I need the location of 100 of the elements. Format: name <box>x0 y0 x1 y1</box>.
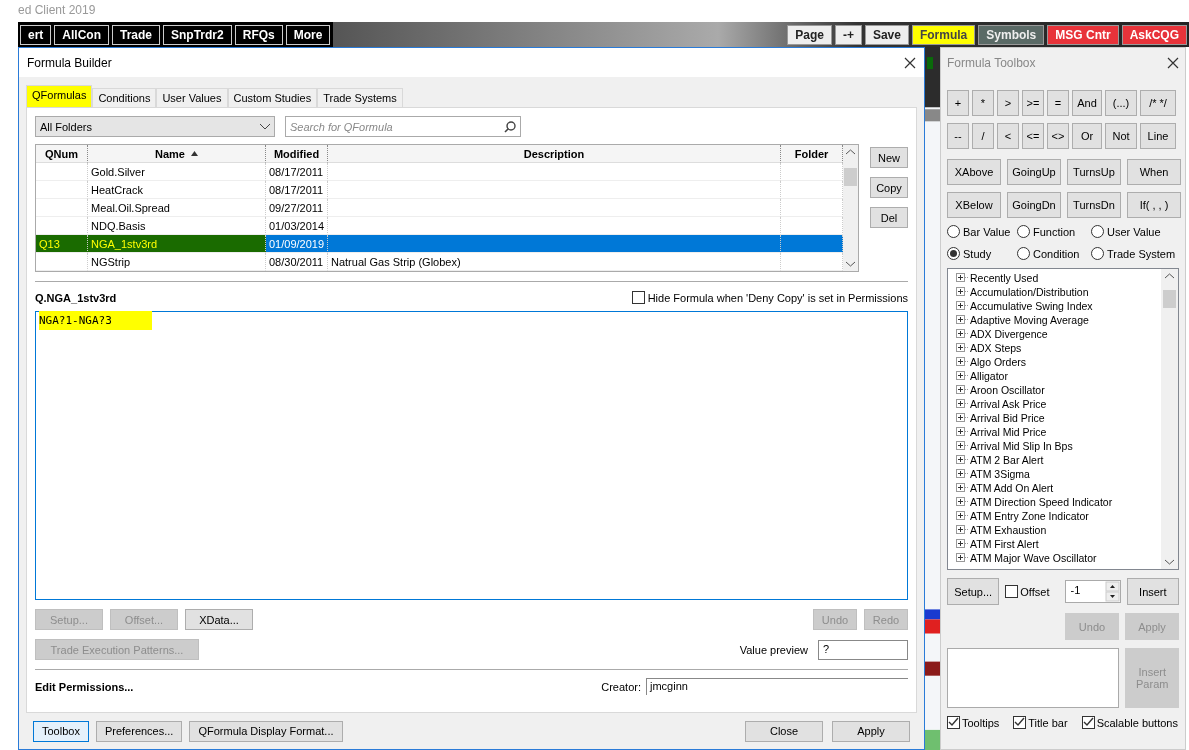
setup-button[interactable]: Setup... <box>947 578 1000 605</box>
function-button[interactable]: TurnsUp <box>1067 159 1121 185</box>
operator-button[interactable]: <= <box>1022 123 1044 149</box>
expand-icon[interactable] <box>956 511 968 521</box>
tree-item[interactable]: ATM Direction Speed Indicator <box>970 496 1113 508</box>
tab[interactable]: User Values <box>156 88 228 107</box>
side-button[interactable]: Del <box>870 207 908 228</box>
search-field[interactable]: Search for QFormula <box>285 116 521 137</box>
spin-arrows-icon[interactable] <box>1104 581 1120 602</box>
operator-button[interactable]: > <box>997 90 1019 116</box>
expand-icon[interactable] <box>956 483 968 493</box>
tab[interactable]: Custom Studies <box>227 88 318 107</box>
toolbar-button[interactable]: Trade <box>112 24 161 45</box>
close-icon[interactable] <box>904 56 916 69</box>
column-header[interactable]: Name <box>88 145 266 163</box>
footer-button[interactable]: QFormula Display Format... <box>189 720 343 742</box>
scrollbar-thumb[interactable] <box>1163 289 1176 308</box>
tree-item[interactable]: ATM 2 Bar Alert <box>970 454 1044 466</box>
expand-icon[interactable] <box>956 469 968 479</box>
tree-item[interactable]: Arrival Bid Price <box>970 412 1045 424</box>
expand-icon[interactable] <box>956 427 968 437</box>
tree-item[interactable]: Alligator <box>970 370 1008 382</box>
radio-button[interactable] <box>1017 247 1030 260</box>
column-header[interactable]: Folder <box>781 145 843 163</box>
expand-icon[interactable] <box>956 357 968 367</box>
tree-item[interactable]: Accumulation/Distribution <box>970 286 1089 298</box>
tree-item[interactable]: Recently Used <box>970 272 1039 284</box>
footer-button[interactable]: Apply <box>832 720 910 742</box>
side-button[interactable]: New <box>870 147 908 168</box>
column-header[interactable]: Description <box>328 145 781 163</box>
function-button[interactable]: If( , , ) <box>1127 192 1181 218</box>
expand-icon[interactable] <box>956 371 968 381</box>
chevron-up-icon[interactable] <box>1165 273 1174 279</box>
toolbar-button[interactable]: AllCon <box>54 24 109 45</box>
checkbox[interactable] <box>631 291 645 304</box>
tree-item[interactable]: ATM 3Sigma <box>970 468 1030 480</box>
tree-item[interactable]: ATM Add On Alert <box>970 482 1054 494</box>
tree-item[interactable]: ATM Major Wave Oscillator <box>970 552 1097 564</box>
tab[interactable]: Trade Systems <box>317 88 403 107</box>
expand-icon[interactable] <box>956 553 968 563</box>
function-button[interactable]: XBelow <box>947 192 1001 218</box>
function-button[interactable]: When <box>1127 159 1181 185</box>
expand-icon[interactable] <box>956 441 968 451</box>
checkbox[interactable] <box>1081 716 1095 729</box>
operator-button[interactable]: * <box>972 90 994 116</box>
radio-button[interactable] <box>1091 247 1104 260</box>
tree-item[interactable]: ADX Divergence <box>970 328 1048 340</box>
toolbar-button[interactable]: AskCQG <box>1121 24 1187 45</box>
tree-item[interactable]: Arrival Mid Price <box>970 426 1047 438</box>
radio-button[interactable] <box>947 225 960 238</box>
toolbar-button[interactable]: MSG Cntr <box>1047 24 1119 45</box>
expand-icon[interactable] <box>956 539 968 549</box>
function-button[interactable]: GoingDn <box>1007 192 1061 218</box>
expand-icon[interactable] <box>956 399 968 409</box>
tree-item[interactable]: ATM Exhaustion <box>970 524 1047 536</box>
checkbox[interactable] <box>947 716 960 729</box>
edit-permissions-link[interactable]: Edit Permissions... <box>35 680 134 693</box>
operator-button[interactable]: And <box>1072 90 1102 116</box>
footer-button[interactable]: Toolbox <box>33 720 89 742</box>
scrollbar[interactable] <box>1161 269 1178 569</box>
chevron-down-icon[interactable] <box>846 260 855 267</box>
operator-button[interactable]: Not <box>1105 123 1137 149</box>
expand-icon[interactable] <box>956 301 968 311</box>
toolbar-button[interactable]: ert <box>20 24 52 45</box>
action-button[interactable]: XData... <box>185 609 253 630</box>
operator-button[interactable]: < <box>997 123 1019 149</box>
tab[interactable]: QFormulas <box>26 85 93 107</box>
operator-button[interactable]: (...) <box>1105 90 1137 116</box>
operator-button[interactable]: Or <box>1072 123 1102 149</box>
offset-spinner[interactable]: -1 <box>1065 580 1121 603</box>
operator-button[interactable]: Line <box>1140 123 1176 149</box>
scrollbar-thumb[interactable] <box>844 167 857 186</box>
chevron-down-icon[interactable] <box>1165 558 1174 565</box>
expand-icon[interactable] <box>956 315 968 325</box>
function-button[interactable]: XAbove <box>947 159 1001 185</box>
operator-button[interactable]: / <box>972 123 994 149</box>
footer-button[interactable]: Preferences... <box>95 720 183 742</box>
close-icon[interactable] <box>1167 57 1179 69</box>
toolbar-button[interactable]: SnpTrdr2 <box>163 24 232 45</box>
tree-item[interactable]: Aroon Oscillator <box>970 384 1045 396</box>
tab[interactable]: Conditions <box>92 88 157 107</box>
tree-item[interactable]: ATM Entry Zone Indicator <box>970 510 1089 522</box>
operator-button[interactable]: = <box>1047 90 1069 116</box>
operator-button[interactable]: -- <box>947 123 969 149</box>
side-button[interactable]: Copy <box>870 177 908 198</box>
function-button[interactable]: TurnsDn <box>1067 192 1121 218</box>
column-header[interactable]: QNum <box>36 145 88 163</box>
footer-button[interactable]: Close <box>745 720 823 742</box>
radio-button[interactable] <box>947 247 960 260</box>
expand-icon[interactable] <box>956 273 968 283</box>
expand-icon[interactable] <box>956 343 968 353</box>
tree-item[interactable]: Arrival Ask Price <box>970 398 1047 410</box>
scrollbar[interactable] <box>843 145 858 271</box>
formula-editor[interactable]: NGA?1-NGA?3 <box>35 311 908 600</box>
expand-icon[interactable] <box>956 455 968 465</box>
parameter-field[interactable] <box>947 648 1120 708</box>
tree-item[interactable]: ATM First Alert <box>970 538 1039 550</box>
toolbar-button[interactable]: Save <box>864 24 909 45</box>
expand-icon[interactable] <box>956 497 968 507</box>
expand-icon[interactable] <box>956 525 968 535</box>
